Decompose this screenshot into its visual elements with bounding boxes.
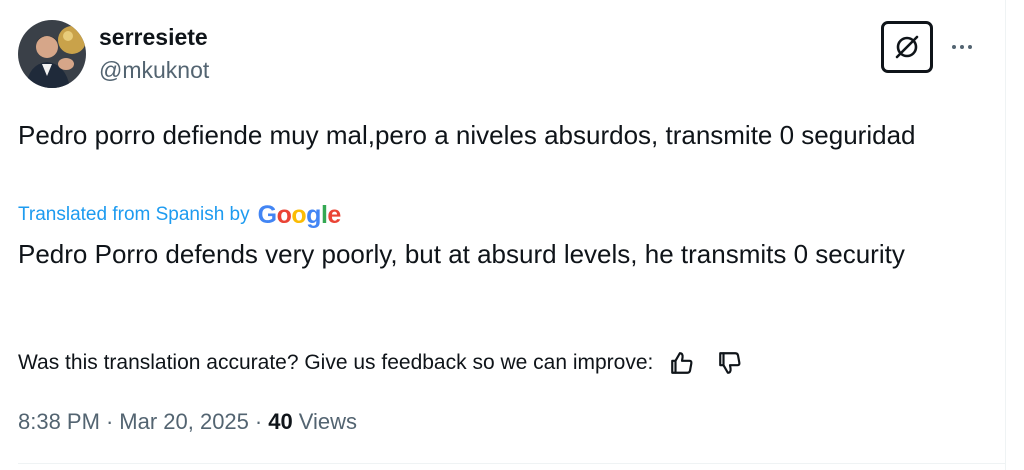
profile-photo-icon: [18, 20, 86, 88]
display-name[interactable]: serresiete: [99, 23, 208, 51]
more-options-button[interactable]: [942, 34, 982, 60]
translation-feedback: Was this translation accurate? Give us f…: [18, 347, 745, 379]
views-count: 40: [268, 409, 293, 434]
tweet-meta: 8:38 PM · Mar 20, 2025 · 40 Views: [18, 406, 357, 438]
user-handle[interactable]: @mkuknot: [99, 56, 209, 84]
tweet-date[interactable]: Mar 20, 2025: [119, 409, 249, 435]
translated-from-link[interactable]: Translated from Spanish by Google: [18, 200, 341, 230]
grok-button[interactable]: [881, 21, 933, 73]
views-label: Views: [298, 409, 358, 434]
tweet-text: Pedro porro defiende muy mal,pero a nive…: [18, 120, 916, 150]
translation-text: Pedro Porro defends very poorly, but at …: [18, 239, 905, 269]
thumbs-up-button[interactable]: [667, 348, 697, 378]
meta-separator: ·: [105, 409, 114, 434]
google-logo: Google: [257, 201, 342, 229]
tweet-divider: [18, 463, 1006, 464]
column-divider: [1005, 0, 1006, 470]
feedback-prompt: Was this translation accurate? Give us f…: [18, 351, 654, 374]
thumbs-down-button[interactable]: [715, 348, 745, 378]
thumbs-up-icon: [671, 352, 693, 374]
avatar[interactable]: [18, 20, 86, 88]
translated-from-label: Translated from Spanish by: [18, 204, 250, 225]
tweet-detail: serresiete @mkuknot Pedro porro defiende…: [0, 0, 1024, 470]
thumbs-down-icon: [719, 352, 741, 374]
tweet-time[interactable]: 8:38 PM: [18, 409, 100, 435]
more-horizontal-icon: [952, 45, 956, 49]
meta-separator: ·: [254, 409, 263, 434]
grok-icon: [895, 35, 919, 59]
